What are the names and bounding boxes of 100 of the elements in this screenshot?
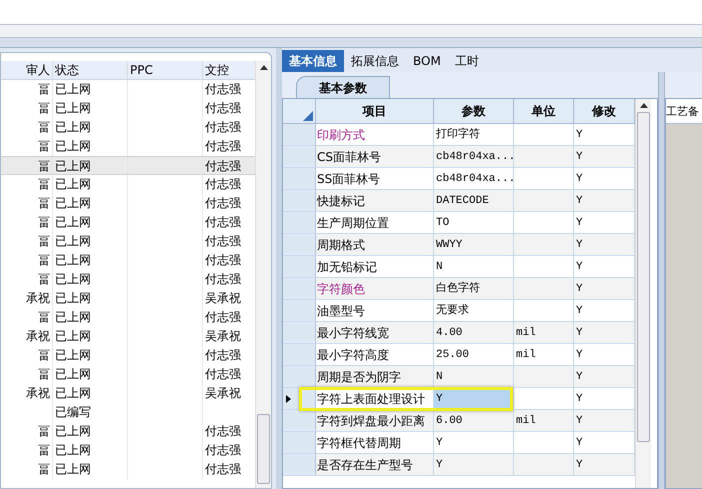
- grid-row[interactable]: 印刷方式 打印字符 Y: [283, 124, 635, 146]
- splitter-handle[interactable]: [276, 48, 282, 489]
- table-cell: DATECODE: [434, 190, 514, 211]
- grid-row[interactable]: 字符颜色 白色字符 Y: [283, 278, 635, 300]
- table-cell: 字符框代替周期: [316, 432, 434, 453]
- grid-row[interactable]: 周期是否为阴字 N Y: [283, 366, 635, 388]
- column-header[interactable]: 项目: [316, 99, 434, 123]
- grid-row[interactable]: 加无铅标记 N Y: [283, 256, 635, 278]
- table-cell: 生产周期位置: [316, 212, 434, 233]
- table-cell: 最小字符高度: [316, 344, 434, 365]
- grid-row[interactable]: 字符上表面处理设计 Y Y: [283, 388, 635, 410]
- table-cell: 快捷标记: [316, 190, 434, 211]
- table-cell: Y: [434, 432, 514, 453]
- table-cell: 已上网: [53, 384, 128, 403]
- table-cell: mil: [514, 322, 574, 343]
- column-header[interactable]: 审人: [1, 61, 53, 79]
- scroll-thumb[interactable]: [637, 112, 650, 442]
- table-cell: 6.00: [434, 410, 514, 431]
- table-cell: 畐: [1, 175, 53, 194]
- table-cell: 畐: [1, 346, 53, 365]
- table-cell: 畐: [1, 157, 53, 174]
- table-cell: 是否存在生产型号: [316, 454, 434, 475]
- table-cell: 已上网: [53, 232, 128, 251]
- column-header: 工艺备: [666, 99, 702, 124]
- table-cell: 已上网: [53, 251, 128, 270]
- table-cell: 畐: [1, 365, 53, 384]
- scroll-thumb[interactable]: [257, 414, 270, 484]
- corner-triangle-icon: [303, 111, 313, 121]
- table-cell: 畐: [1, 460, 53, 479]
- tab[interactable]: 工时: [448, 50, 486, 72]
- table-cell: WWYY: [434, 234, 514, 255]
- tab[interactable]: 基本信息: [282, 50, 344, 72]
- vertical-scrollbar[interactable]: [635, 99, 651, 488]
- table-cell: 畐: [1, 213, 53, 232]
- column-header[interactable]: 参数: [434, 99, 514, 123]
- table-cell: 周期格式: [316, 234, 434, 255]
- table-cell: 无要求: [434, 300, 514, 321]
- grid-row[interactable]: 字符框代替周期 Y Y: [283, 432, 635, 454]
- table-cell: 已上网: [53, 194, 128, 213]
- scroll-up-icon[interactable]: [260, 65, 268, 70]
- table-cell: TO: [434, 212, 514, 233]
- grid-row[interactable]: 最小字符高度 25.00 mil Y: [283, 344, 635, 366]
- table-cell: 打印字符: [434, 124, 514, 145]
- table-cell: 畐: [1, 99, 53, 118]
- table-cell: cb48r04xa...: [434, 146, 514, 167]
- table-cell: 承祝: [1, 289, 53, 308]
- table-cell: 字符颜色: [316, 278, 434, 299]
- table-cell: 畐: [1, 422, 53, 441]
- table-cell: 已上网: [53, 441, 128, 460]
- column-header[interactable]: 状态: [53, 61, 128, 79]
- table-cell: 已上网: [53, 99, 128, 118]
- grid-row[interactable]: CS面菲林号 cb48r04xa... Y: [283, 146, 635, 168]
- sub-tab[interactable]: 基本参数: [296, 76, 390, 98]
- table-cell: 畐: [1, 441, 53, 460]
- table-cell: mil: [514, 344, 574, 365]
- splitter-handle[interactable]: [658, 72, 665, 489]
- tab[interactable]: BOM: [406, 50, 448, 72]
- table-cell: 畐: [1, 232, 53, 251]
- table-cell: cb48r04xa...: [434, 168, 514, 189]
- table-row[interactable]: 畐 已上网 付志强: [1, 156, 255, 175]
- horizontal-scrollbar[interactable]: [0, 24, 702, 38]
- table-cell: 畐: [1, 194, 53, 213]
- table-cell: 周期是否为阴字: [316, 366, 434, 387]
- grid-row[interactable]: 最小字符线宽 4.00 mil Y: [283, 322, 635, 344]
- table-cell: N: [434, 366, 514, 387]
- table-cell: 加无铅标记: [316, 256, 434, 277]
- grid-row[interactable]: 字符到焊盘最小距离 6.00 mil Y: [283, 410, 635, 432]
- row-pointer-icon: [286, 394, 291, 402]
- table-cell: 4.00: [434, 322, 514, 343]
- column-header[interactable]: 单位: [514, 99, 574, 123]
- grid-row[interactable]: 是否存在生产型号 Y Y: [283, 454, 635, 476]
- table-cell: 承祝: [1, 327, 53, 346]
- column-header[interactable]: PPC: [128, 61, 203, 79]
- grid-row[interactable]: SS面菲林号 cb48r04xa... Y: [283, 168, 635, 190]
- table-cell: 白色字符: [434, 278, 514, 299]
- grid-row[interactable]: 油墨型号 无要求 Y: [283, 300, 635, 322]
- table-cell: 已上网: [53, 175, 128, 194]
- splitter-bar[interactable]: [0, 38, 702, 48]
- scroll-up-icon[interactable]: [640, 103, 648, 108]
- table-cell: SS面菲林号: [316, 168, 434, 189]
- tab[interactable]: 拓展信息: [344, 50, 406, 72]
- table-cell: 最小字符线宽: [316, 322, 434, 343]
- table-cell: 已上网: [53, 327, 128, 346]
- table-cell: 已上网: [53, 289, 128, 308]
- table-cell: CS面菲林号: [316, 146, 434, 167]
- table-cell: 已上网: [53, 346, 128, 365]
- table-cell: 已上网: [53, 460, 128, 479]
- table-cell: 畐: [1, 80, 53, 99]
- table-cell: 已上网: [53, 270, 128, 289]
- vertical-scrollbar[interactable]: [255, 61, 271, 488]
- table-cell: 印刷方式: [316, 124, 434, 145]
- grid-row[interactable]: 快捷标记 DATECODE Y: [283, 190, 635, 212]
- table-cell: 已上网: [53, 80, 128, 99]
- table-cell: Y: [434, 454, 514, 475]
- table-cell: N: [434, 256, 514, 277]
- grid-row[interactable]: 周期格式 WWYY Y: [283, 234, 635, 256]
- table-cell: 已上网: [53, 308, 128, 327]
- table-cell: 承祝: [1, 384, 53, 403]
- table-cell: 已上网: [53, 118, 128, 137]
- grid-row[interactable]: 生产周期位置 TO Y: [283, 212, 635, 234]
